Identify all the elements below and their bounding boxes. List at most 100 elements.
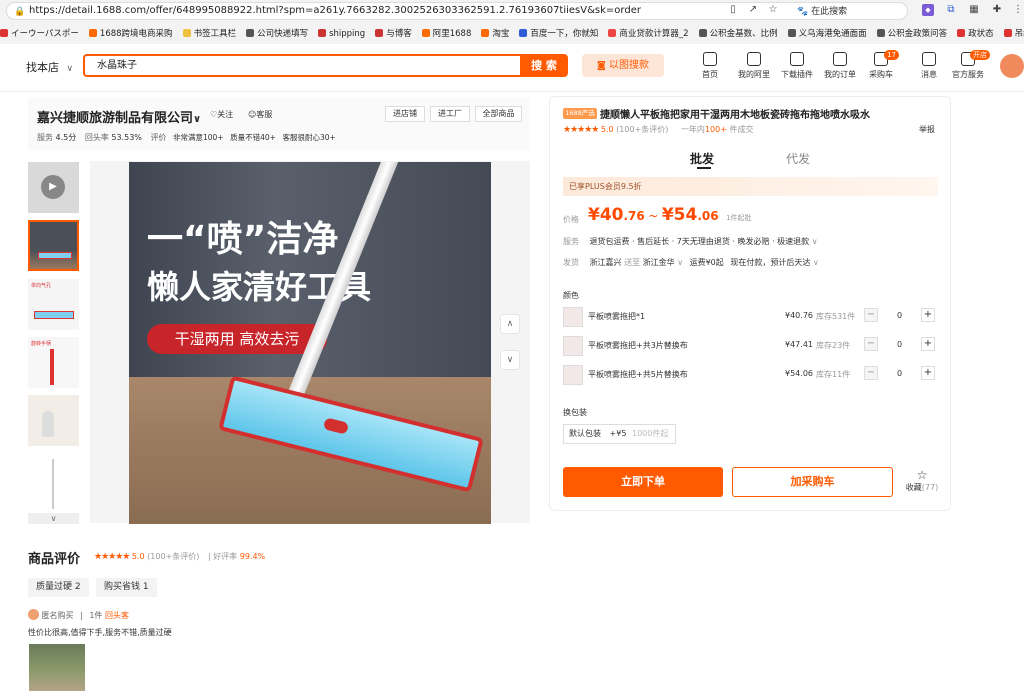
sku-row[interactable]: 平板喷雾拖把*1 ¥40.76 库存531件 − 0 +: [563, 305, 938, 331]
bookmark-icon: [246, 29, 255, 37]
tab-dropship[interactable]: 代发: [786, 150, 810, 167]
bookmark-label: 与博客: [386, 29, 412, 39]
qty-input[interactable]: 0: [897, 369, 902, 378]
review-tag[interactable]: 购买省钱 1: [96, 578, 157, 597]
extension-icon[interactable]: ◆: [922, 4, 934, 16]
nav-home[interactable]: 首页: [686, 52, 734, 80]
avatar[interactable]: [1000, 54, 1024, 78]
review-text: 性价比很高,值得下手,服务不错,质量过硬: [28, 628, 172, 637]
sku-thumbnail: [563, 365, 583, 385]
menu-icon[interactable]: ⋮: [1012, 4, 1024, 16]
search-button[interactable]: 搜 索: [520, 54, 568, 77]
bookmark-item[interactable]: 商业贷款计算器_2: [608, 24, 689, 44]
grid-icon[interactable]: ▦: [968, 4, 980, 16]
thumbnail-caption: 单向气孔: [31, 283, 52, 289]
search-engine-box[interactable]: 🐾 在此搜索: [797, 4, 847, 17]
qty-input[interactable]: 0: [897, 311, 902, 320]
bookmark-icon: [876, 29, 885, 37]
bookmark-item[interactable]: 公积金政策问答: [876, 24, 947, 44]
nav-label: 我的订单: [824, 70, 856, 79]
thumbnail-2[interactable]: 单向气孔: [28, 279, 79, 330]
sku-thumbnail: [563, 336, 583, 356]
reviews-summary: ★★★★★ 5.0 (100+条评价) | 好评率 99.4%: [94, 552, 266, 562]
follow-button[interactable]: ♡关注: [210, 109, 233, 120]
thumbnail-4[interactable]: [28, 395, 79, 446]
thumbnail-5[interactable]: [28, 453, 79, 513]
favorite-count: (77): [921, 483, 939, 492]
gallery-prev-button[interactable]: ∧: [500, 314, 520, 334]
bookmark-item[interactable]: 淘宝: [481, 24, 509, 44]
bookmark-item[interactable]: 阿里1688: [421, 24, 472, 44]
image-search-button[interactable]: ◙ 以图搜款: [582, 54, 664, 77]
share-icon[interactable]: ↗: [747, 4, 759, 16]
bookmark-item[interactable]: イーウーパスポー: [0, 24, 79, 44]
play-icon: ▶: [41, 175, 65, 199]
nav-label: 首页: [702, 70, 718, 79]
camera-icon: ◙: [597, 61, 606, 71]
bookmark-item[interactable]: shipping: [318, 24, 365, 44]
enter-factory-button[interactable]: 进工厂: [430, 106, 470, 122]
packaging-option[interactable]: 默认包装 +¥5 1000件起: [563, 424, 676, 444]
service-row[interactable]: 服务 退货包运费 · 售后延长 · 7天无理由退货 · 晚发必赔 · 极速退款 …: [563, 236, 818, 247]
bookmark-item[interactable]: 吊绳: [1003, 24, 1024, 44]
nav-heart[interactable]: 我的阿里: [730, 52, 778, 80]
shop-panel: 嘉兴捷顺旅游制品有限公司∨ ♡关注 ☺客服 进店铺 进工厂 全部商品 服务 4.…: [28, 98, 530, 150]
service-badge: 开店: [970, 50, 990, 60]
follow-label: 关注: [217, 110, 234, 119]
shipping-row[interactable]: 发货 浙江嘉兴 送至 浙江金华 ∨ 运费¥0起 现在付款，预计后天达 ∨: [563, 257, 819, 268]
review-tag[interactable]: 质量过硬 2: [28, 578, 89, 597]
puzzle-icon[interactable]: ✚: [991, 4, 1003, 16]
bookmark-item[interactable]: 公司快递填写: [246, 24, 308, 44]
customer-service-button[interactable]: ☺客服: [248, 109, 272, 120]
bookmark-item[interactable]: 义乌海港免通面面: [787, 24, 867, 44]
review-label: 评价: [150, 133, 167, 142]
service-score: 4.5分: [55, 133, 77, 142]
bookmark-label: 阿里1688: [432, 29, 472, 39]
repeat-customer-tag: 回头客: [104, 611, 129, 620]
handle-mini: [50, 349, 54, 385]
favorite-button[interactable]: ☆ 收藏(77): [900, 469, 944, 493]
tab-wholesale[interactable]: 批发: [690, 150, 714, 167]
product-review-count[interactable]: (100+条评价): [616, 125, 668, 134]
sku-row[interactable]: 平板喷雾拖把+共3片替换布 ¥47.41 库存23件 − 0 +: [563, 334, 938, 360]
qty-minus-button[interactable]: −: [864, 366, 878, 380]
store-switch[interactable]: 找本店 ∨: [26, 59, 73, 75]
bookmark-label: 吊绳: [1014, 29, 1024, 39]
favorite-label: 收藏: [905, 483, 922, 492]
bookmark-item[interactable]: 书签工具栏: [182, 24, 237, 44]
gallery-next-button[interactable]: ∨: [500, 350, 520, 370]
thumbnail-3[interactable]: 旋转手柄: [28, 337, 79, 388]
bookmark-item[interactable]: 与博客: [375, 24, 412, 44]
person-mini: [42, 411, 54, 437]
qty-plus-button[interactable]: +: [921, 337, 935, 351]
add-to-cart-button[interactable]: 加采购车: [732, 467, 893, 497]
shop-name[interactable]: 嘉兴捷顺旅游制品有限公司∨: [37, 107, 201, 126]
heart-icon: [747, 52, 761, 66]
qty-minus-button[interactable]: −: [864, 337, 878, 351]
tab-active-underline: [697, 167, 711, 169]
report-link[interactable]: 举报: [919, 124, 935, 135]
bookmark-item[interactable]: 百度一下，你就知: [519, 24, 598, 44]
thumbnail-scroll-down[interactable]: ∨: [28, 513, 79, 524]
reader-icon[interactable]: ▯: [727, 4, 739, 16]
qty-plus-button[interactable]: +: [921, 308, 935, 322]
search-input[interactable]: 水晶珠子: [83, 54, 521, 77]
thumbnail-1[interactable]: [28, 220, 79, 271]
qty-input[interactable]: 0: [897, 340, 902, 349]
nav-download[interactable]: 下载插件: [773, 52, 821, 80]
bookmark-item[interactable]: 政状态: [957, 24, 994, 44]
enter-shop-button[interactable]: 进店铺: [385, 106, 425, 122]
qty-plus-button[interactable]: +: [921, 366, 935, 380]
bookmark-label: 书签工具栏: [193, 29, 237, 39]
star-icon[interactable]: ☆: [767, 4, 779, 16]
image-feature-pill: 干湿两用 高效去污: [147, 324, 327, 354]
qty-minus-button[interactable]: −: [864, 308, 878, 322]
thumbnail-video[interactable]: ▶: [28, 162, 79, 213]
buy-now-button[interactable]: 立即下单: [563, 467, 723, 497]
translate-icon[interactable]: ⧉: [945, 4, 957, 16]
sku-row[interactable]: 平板喷雾拖把+共5片替换布 ¥54.06 库存11件 − 0 +: [563, 363, 938, 389]
bookmark-item[interactable]: 1688跨境电商采购: [88, 24, 173, 44]
bookmark-item[interactable]: 公积金基数、比例: [698, 24, 778, 44]
all-products-button[interactable]: 全部商品: [475, 106, 522, 122]
review-photo[interactable]: [29, 644, 85, 691]
